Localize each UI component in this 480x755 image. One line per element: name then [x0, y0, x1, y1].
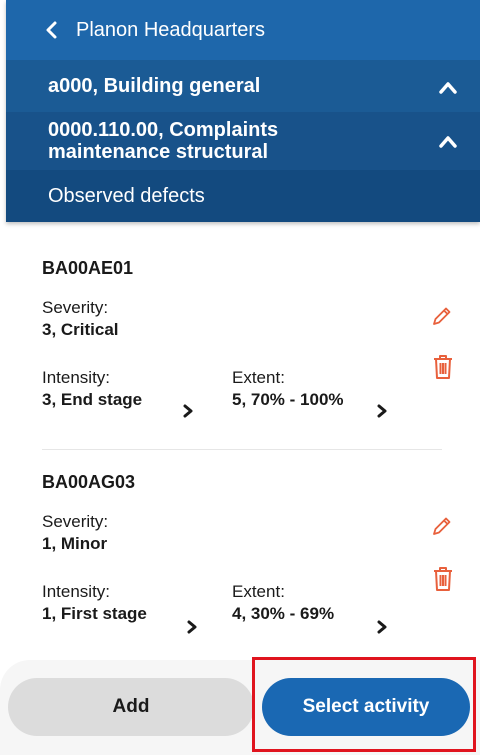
chevron-right-icon[interactable] — [186, 620, 198, 634]
observed-defects-label: Observed defects — [48, 184, 205, 207]
intensity-field[interactable]: Intensity: 3, End stage — [42, 368, 142, 410]
intensity-field[interactable]: Intensity: 1, First stage — [42, 582, 147, 624]
building-level[interactable]: a000, Building general — [6, 60, 480, 112]
pencil-icon[interactable] — [430, 304, 454, 328]
add-button-label: Add — [112, 696, 150, 717]
building-label: a000, Building general — [48, 74, 261, 97]
divider — [42, 449, 442, 450]
highlight-box — [252, 657, 476, 752]
defect-code: BA00AG03 — [42, 472, 136, 492]
severity-value: 1, Minor — [42, 534, 108, 553]
intensity-value: 1, First stage — [42, 604, 147, 623]
complaint-level[interactable]: 0000.110.00, Complaints maintenance stru… — [6, 112, 480, 170]
chevron-up-icon[interactable] — [438, 80, 458, 94]
intensity-label: Intensity: — [42, 368, 111, 387]
pencil-icon[interactable] — [430, 514, 454, 538]
severity-value: 3, Critical — [42, 320, 119, 339]
intensity-label: Intensity: — [42, 582, 111, 601]
intensity-value: 3, End stage — [42, 390, 143, 409]
defect-card[interactable]: BA00AE01 Severity: 3, Critical Intensity… — [42, 258, 452, 448]
extent-value: 5, 70% - 100% — [232, 390, 344, 409]
severity-label: Severity: — [42, 512, 109, 531]
severity-field: Severity: 1, Minor — [42, 512, 108, 554]
severity-field: Severity: 3, Critical — [42, 298, 119, 340]
severity-label: Severity: — [42, 298, 109, 317]
back-nav[interactable]: Planon Headquarters — [6, 0, 480, 60]
defect-code: BA00AE01 — [42, 258, 134, 278]
complaint-label: 0000.110.00, Complaints maintenance stru… — [48, 119, 279, 163]
navigation-header: Planon Headquarters a000, Building gener… — [6, 0, 480, 222]
trash-icon[interactable] — [432, 354, 454, 380]
chevron-left-icon[interactable] — [42, 20, 62, 40]
add-button[interactable]: Add — [8, 678, 254, 736]
extent-label: Extent: — [232, 368, 285, 387]
observed-defects-heading: Observed defects — [6, 170, 480, 222]
extent-field[interactable]: Extent: 5, 70% - 100% — [232, 368, 344, 410]
extent-label: Extent: — [232, 582, 285, 601]
chevron-right-icon[interactable] — [182, 404, 194, 418]
chevron-right-icon[interactable] — [376, 404, 388, 418]
extent-field[interactable]: Extent: 4, 30% - 69% — [232, 582, 334, 624]
chevron-up-icon[interactable] — [438, 134, 458, 148]
back-title[interactable]: Planon Headquarters — [76, 19, 265, 42]
trash-icon[interactable] — [432, 566, 454, 592]
defect-card[interactable]: BA00AG03 Severity: 1, Minor Intensity: 1… — [42, 472, 452, 652]
chevron-right-icon[interactable] — [376, 620, 388, 634]
extent-value: 4, 30% - 69% — [232, 604, 335, 623]
